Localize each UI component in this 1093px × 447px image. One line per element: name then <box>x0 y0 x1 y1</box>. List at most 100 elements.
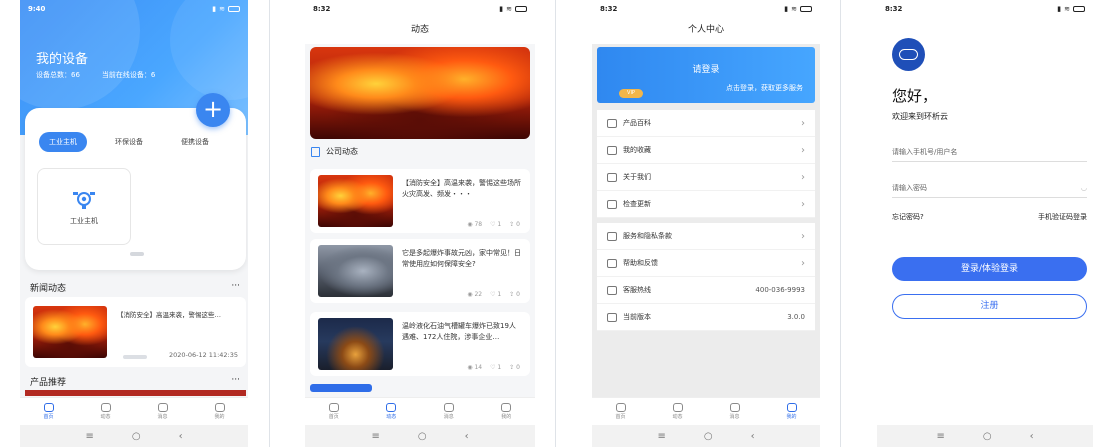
tab-messages[interactable]: 消息 <box>143 398 183 425</box>
menu-icon[interactable]: ≡ <box>936 431 944 442</box>
home-circle-icon[interactable]: ○ <box>132 431 141 442</box>
tab-home[interactable]: 首页 <box>29 398 69 425</box>
home-circle-icon[interactable]: ○ <box>418 431 427 442</box>
chevron-right-icon: › <box>801 117 805 129</box>
status-bar: 8:32 ▮ ≋ <box>877 0 1093 18</box>
chevron-right-icon: › <box>801 230 805 242</box>
home-circle-icon[interactable]: ○ <box>704 431 713 442</box>
tab-feed[interactable]: 动态 <box>86 398 126 425</box>
more-icon[interactable]: ··· <box>231 281 240 294</box>
news-title: 【消防安全】高温来袭，警惕这些… <box>117 311 221 319</box>
password-field[interactable]: 请输入密码 ◡ <box>892 178 1087 198</box>
device-card-label: 工业主机 <box>70 216 98 225</box>
message-icon <box>729 403 740 412</box>
page-title: 动态 <box>305 18 535 44</box>
menu-icon[interactable]: ≡ <box>657 431 665 442</box>
info-icon <box>607 172 617 182</box>
share-count: ⇪ 0 <box>509 221 520 228</box>
menu-item-version: 当前版本 3.0.0 <box>597 304 815 331</box>
menu-item-privacy[interactable]: 服务和隐私条款 › <box>597 223 815 250</box>
bottom-tab-bar: 首页 动态 消息 我的 <box>305 397 535 425</box>
username-field[interactable]: 请输入手机号/用户名 <box>892 142 1087 162</box>
forgot-password-link[interactable]: 忘记密码? <box>892 212 924 222</box>
news-date: 2020-06-12 11:42:35 <box>168 351 238 359</box>
section-title: 公司动态 <box>326 147 358 156</box>
menu-item-favorites[interactable]: 我的收藏 › <box>597 137 815 164</box>
home-icon <box>615 403 626 412</box>
battery-icon <box>800 6 812 12</box>
menu-item-about[interactable]: 关于我们 › <box>597 164 815 191</box>
menu-icon[interactable]: ≡ <box>371 431 379 442</box>
star-icon <box>607 145 617 155</box>
feed-banner-image[interactable] <box>310 47 530 139</box>
tab-home[interactable]: 首页 <box>601 398 641 425</box>
menu-item-product-wiki[interactable]: 产品百科 › <box>597 110 815 137</box>
feed-item[interactable]: 温岭液化石油气槽罐车爆炸已致19人遇难、172人住院，涉事企业… ◉ 14 ♡ … <box>310 312 530 376</box>
feed-thumbnail <box>318 318 393 370</box>
profile-icon <box>786 403 797 412</box>
view-count: ◉ 78 <box>467 221 483 228</box>
menu-item-check-update[interactable]: 检查更新 › <box>597 191 815 218</box>
system-nav-bar: ≡ ○ ‹ <box>305 425 535 447</box>
tab-profile[interactable]: 我的 <box>200 398 240 425</box>
next-item-peek <box>310 384 372 392</box>
eye-icon[interactable]: ◡ <box>1081 184 1087 192</box>
tab-messages[interactable]: 消息 <box>715 398 755 425</box>
menu-item-help[interactable]: 帮助和反馈 › <box>597 250 815 277</box>
pager-indicator <box>130 252 144 256</box>
tab-environmental[interactable]: 环保设备 <box>105 132 153 152</box>
tab-messages[interactable]: 消息 <box>429 398 469 425</box>
device-card[interactable]: 工业主机 <box>37 168 131 245</box>
chevron-right-icon: › <box>801 257 805 269</box>
status-bar: 9:40 ▮ ≋ <box>20 0 248 18</box>
chevron-right-icon: › <box>801 171 805 183</box>
feed-item[interactable]: 【消防安全】高温来袭，警惕这些场所火灾高发、频发・・・ ◉ 78 ♡ 1 ⇪ 0 <box>310 169 530 233</box>
back-icon[interactable]: ‹ <box>1030 431 1034 442</box>
divider <box>840 0 841 447</box>
share-count: ⇪ 0 <box>509 364 520 371</box>
tab-feed[interactable]: 动态 <box>658 398 698 425</box>
sms-login-link[interactable]: 手机验证码登录 <box>1038 212 1087 222</box>
status-time: 8:32 <box>313 5 331 13</box>
login-links: 忘记密码? 手机验证码登录 <box>892 212 1087 222</box>
back-icon[interactable]: ‹ <box>179 431 183 442</box>
tab-home[interactable]: 首页 <box>314 398 354 425</box>
status-time: 8:32 <box>600 5 618 13</box>
add-device-button[interactable]: + <box>196 93 230 127</box>
feed-title: 【消防安全】高温来袭，警惕这些场所火灾高发、频发・・・ <box>402 179 521 198</box>
phone-login: 8:32 ▮ ≋ 您好， 欢迎来到环析云 请输入手机号/用户名 请输入密码 ◡ 忘… <box>877 0 1093 447</box>
menu-icon[interactable]: ≡ <box>85 431 93 442</box>
wifi-icon: ≋ <box>791 5 797 13</box>
feed-item[interactable]: 它是多起爆炸事故元凶，家中常见！日常使用应如何保障安全? ◉ 22 ♡ 1 ⇪ … <box>310 239 530 303</box>
welcome-text: 欢迎来到环析云 <box>892 112 948 121</box>
app-logo <box>892 38 925 71</box>
tab-portable[interactable]: 便携设备 <box>171 132 219 152</box>
signal-icon: ▮ <box>784 5 789 13</box>
back-icon[interactable]: ‹ <box>751 431 755 442</box>
refresh-icon <box>607 199 617 209</box>
login-banner[interactable]: 请登录 VIP 点击登录，获取更多服务 <box>597 47 815 103</box>
tab-profile[interactable]: 我的 <box>772 398 812 425</box>
home-icon <box>43 403 54 412</box>
status-bar: 8:32 ▮ ≋ <box>305 0 535 18</box>
menu-item-hotline[interactable]: 客服热线 400-036-9993 <box>597 277 815 304</box>
more-icon[interactable]: ··· <box>231 375 240 388</box>
register-button[interactable]: 注册 <box>892 294 1087 319</box>
menu-group: 产品百科 › 我的收藏 › 关于我们 › 检查更新 › <box>597 110 815 218</box>
back-icon[interactable]: ‹ <box>465 431 469 442</box>
tab-feed[interactable]: 动态 <box>371 398 411 425</box>
bottom-tab-bar: 首页 动态 消息 我的 <box>20 397 248 425</box>
products-section-header: 产品推荐 ··· <box>30 375 240 388</box>
battery-icon <box>1073 6 1085 12</box>
battery-icon <box>228 6 240 12</box>
calendar-icon <box>607 312 617 322</box>
news-card[interactable]: 【消防安全】高温来袭，警惕这些… 2020-06-12 11:42:35 <box>25 297 246 367</box>
carousel-indicator <box>123 355 147 359</box>
home-circle-icon[interactable]: ○ <box>983 431 992 442</box>
login-button[interactable]: 登录/体验登录 <box>892 257 1087 281</box>
system-nav-bar: ≡ ○ ‹ <box>20 425 248 447</box>
online-devices: 当前在线设备：6 <box>101 71 156 79</box>
tab-industrial-host[interactable]: 工业主机 <box>39 132 87 152</box>
system-nav-bar: ≡ ○ ‹ <box>877 425 1093 447</box>
tab-profile[interactable]: 我的 <box>486 398 526 425</box>
